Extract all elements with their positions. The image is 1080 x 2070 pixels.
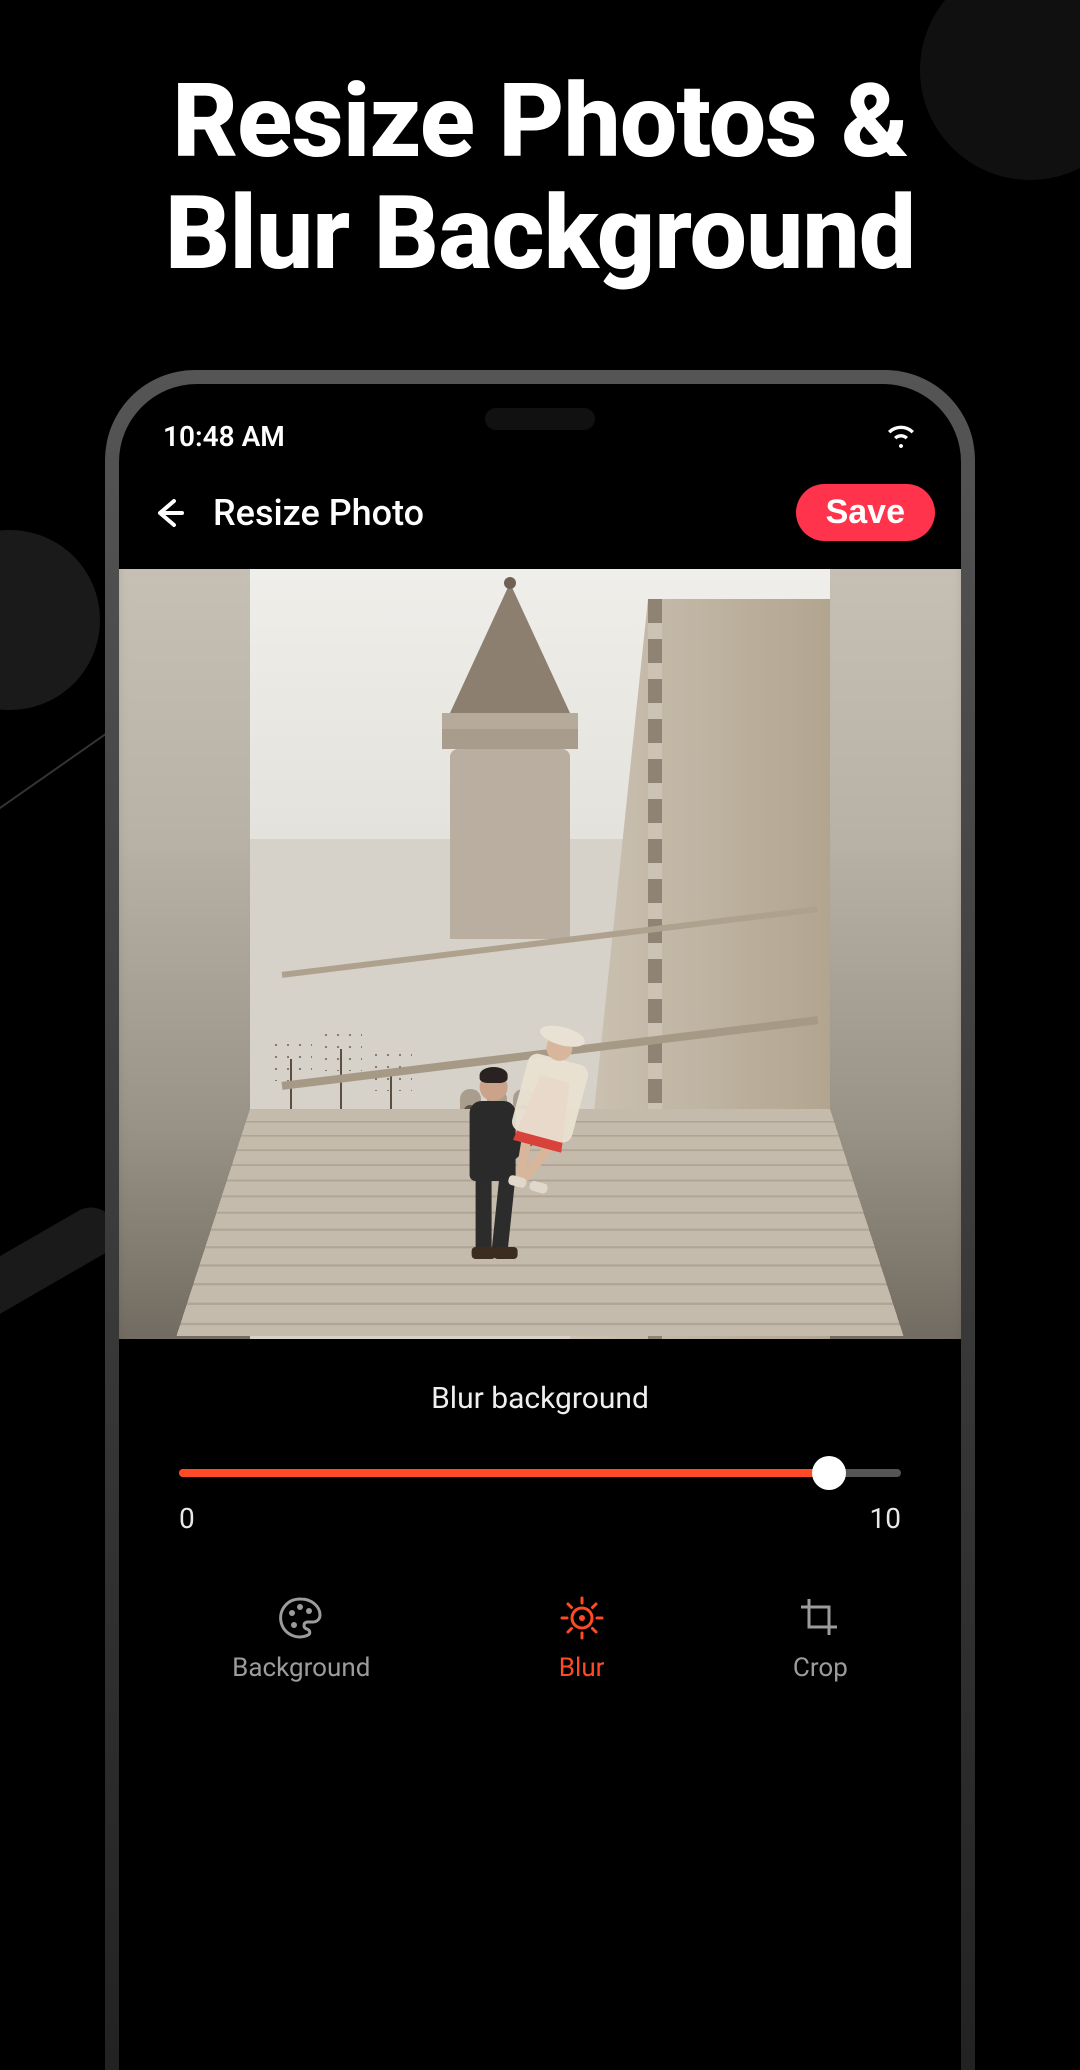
device-notch xyxy=(485,408,595,430)
blur-slider[interactable] xyxy=(179,1458,901,1488)
tab-label: Crop xyxy=(793,1653,848,1683)
promo-headline-line2: Blur Background xyxy=(20,177,1060,289)
status-time: 10:48 AM xyxy=(163,420,285,453)
blur-icon xyxy=(557,1593,607,1643)
tab-label: Blur xyxy=(559,1653,605,1683)
screen-title: Resize Photo xyxy=(213,492,774,534)
save-button[interactable]: Save xyxy=(796,484,935,541)
blur-control-label: Blur background xyxy=(179,1381,901,1416)
device-frame: 10:48 AM Resize Photo Save xyxy=(105,370,975,2070)
preview-foreground-image xyxy=(250,569,830,1339)
tab-label: Background xyxy=(232,1653,370,1683)
crop-icon xyxy=(795,1593,845,1643)
tab-crop[interactable]: Crop xyxy=(793,1593,848,1683)
tab-background[interactable]: Background xyxy=(232,1593,370,1683)
bottom-tabs: Background xyxy=(119,1593,961,1683)
slider-max-label: 10 xyxy=(870,1502,901,1535)
wifi-icon xyxy=(885,424,917,448)
back-button[interactable] xyxy=(145,490,191,536)
slider-min-label: 0 xyxy=(179,1502,195,1535)
photo-preview[interactable] xyxy=(119,569,961,1339)
tab-blur[interactable]: Blur xyxy=(557,1593,607,1683)
promo-headline: Resize Photos & Blur Background xyxy=(0,0,1080,289)
promo-headline-line1: Resize Photos & xyxy=(20,65,1060,177)
app-header: Resize Photo Save xyxy=(119,462,961,551)
palette-icon xyxy=(276,1593,326,1643)
